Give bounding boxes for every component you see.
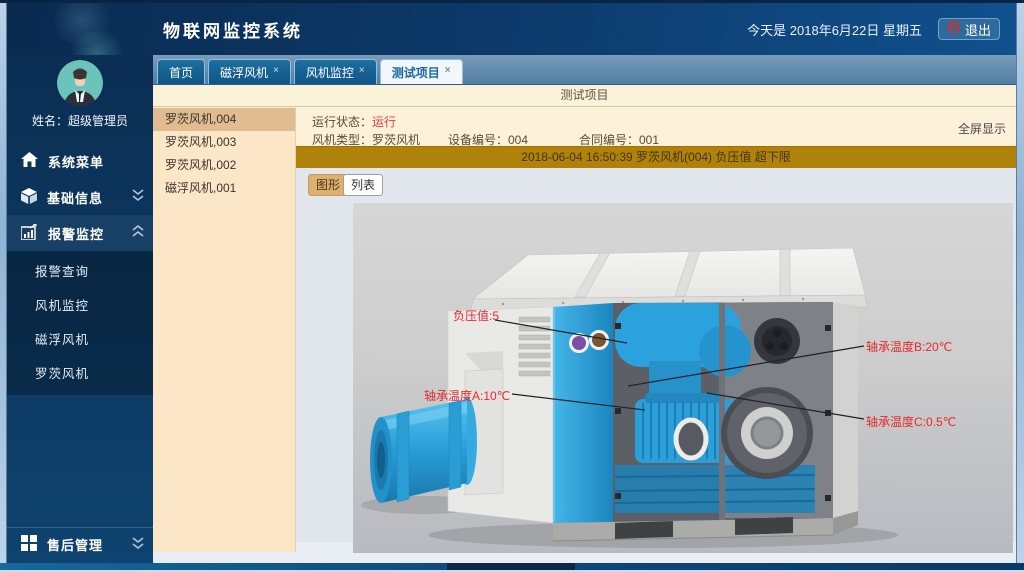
window-right-border: [1016, 3, 1024, 563]
home-icon: [21, 152, 38, 170]
tab-label: 测试项目: [392, 64, 440, 81]
list-view-button[interactable]: 列表: [343, 174, 383, 196]
tab-fan-monitor[interactable]: 风机监控 ×: [294, 59, 377, 84]
device-list: 罗茨风机,004 罗茨风机,003 罗茨风机,002 磁浮风机,001: [153, 107, 296, 552]
sidebar-item-basic-info[interactable]: 基础信息: [7, 179, 153, 215]
machine-illustration: [353, 203, 1013, 553]
sidebar: 姓名：超级管理员 系统菜单 基础信息 报警监控: [7, 55, 153, 563]
tab-label: 风机监控: [306, 64, 354, 81]
annotation-bearing-temp-a: 轴承温度A:10℃: [424, 387, 510, 404]
fullscreen-link[interactable]: 全屏显示: [958, 120, 1006, 137]
tab-test-project[interactable]: 测试项目 ×: [380, 59, 463, 84]
sidebar-item-label: 报警监控: [48, 224, 104, 243]
avatar: [57, 60, 103, 106]
logout-button[interactable]: 退出: [938, 18, 1000, 40]
sidebar-item-alarm-monitor[interactable]: 报警监控: [7, 215, 153, 251]
run-status-value: 运行: [372, 115, 396, 129]
sidebar-item-fan-monitor[interactable]: 风机监控: [7, 289, 153, 323]
app-header: 物联网监控系统 今天是 2018年6月22日 星期五 退出: [7, 3, 1016, 55]
device-info-panel: 运行状态：运行 风机类型：罗茨风机 设备编号：004 合同编号：001 全屏显示: [296, 107, 1016, 146]
main-area: 首页 磁浮风机 × 风机监控 × 测试项目 × 测试项目 罗茨风机,004 罗茨…: [153, 55, 1016, 563]
tab-home[interactable]: 首页: [157, 59, 205, 84]
close-icon[interactable]: ×: [273, 65, 279, 76]
sidebar-item-system-menu[interactable]: 系统菜单: [7, 143, 153, 179]
run-status-label: 运行状态：: [312, 115, 372, 129]
annotation-bearing-temp-c: 轴承温度C:0.5℃: [866, 413, 956, 430]
annotation-negative-pressure: 负压值:5: [453, 307, 499, 324]
scrollbar-thumb[interactable]: [447, 563, 575, 570]
device-list-item[interactable]: 罗茨风机,003: [153, 131, 295, 154]
tab-label: 磁浮风机: [220, 64, 268, 81]
sidebar-item-alarm-query[interactable]: 报警查询: [7, 255, 153, 289]
chevron-double-up-icon: [131, 225, 145, 241]
tab-label: 首页: [169, 64, 193, 81]
sidebar-item-roots-fan[interactable]: 罗茨风机: [7, 357, 153, 391]
graph-canvas-area: 图形 列表: [296, 168, 1016, 542]
app-title: 物联网监控系统: [163, 17, 303, 42]
machine-image-panel: 负压值:5 轴承温度A:10℃ 轴承温度B:20℃ 轴承温度C:0.5℃: [353, 203, 1013, 553]
graph-view-button[interactable]: 图形: [308, 174, 348, 196]
window-bottom-bar: [0, 563, 1024, 572]
logout-label: 退出: [965, 20, 991, 39]
close-icon[interactable]: ×: [359, 65, 365, 76]
current-date-text: 今天是 2018年6月22日 星期五: [747, 20, 922, 39]
alarm-message-bar: 2018-06-04 16:50:39 罗茨风机(004) 负压值 超下限: [296, 146, 1016, 168]
sidebar-item-after-sales[interactable]: 售后管理: [7, 527, 153, 561]
sidebar-item-label: 售后管理: [47, 535, 103, 554]
sidebar-menu: 系统菜单 基础信息 报警监控 报警查询 风机监控 磁浮风机 罗茨风机: [7, 143, 153, 395]
sidebar-item-label: 系统菜单: [48, 152, 104, 171]
cube-icon: [21, 188, 37, 207]
sidebar-item-label: 基础信息: [47, 188, 103, 207]
window-left-border: [0, 3, 7, 563]
sidebar-item-maglev-fan[interactable]: 磁浮风机: [7, 323, 153, 357]
tab-bar: 首页 磁浮风机 × 风机监控 × 测试项目 ×: [153, 55, 1016, 85]
grid-icon: [21, 535, 37, 554]
device-list-item[interactable]: 罗茨风机,004: [153, 108, 295, 131]
annotation-bearing-temp-b: 轴承温度B:20℃: [866, 338, 952, 355]
device-no-field: 设备编号：004: [448, 131, 579, 148]
chevron-double-down-icon: [131, 189, 145, 205]
alarm-submenu: 报警查询 风机监控 磁浮风机 罗茨风机: [7, 251, 153, 395]
fan-type-field: 风机类型：罗茨风机: [312, 131, 448, 148]
user-name-label: 姓名：超级管理员: [32, 112, 128, 129]
device-list-item[interactable]: 罗茨风机,002: [153, 154, 295, 177]
tab-maglev-fan[interactable]: 磁浮风机 ×: [208, 59, 291, 84]
chevron-double-down-icon: [131, 537, 145, 553]
device-list-item[interactable]: 磁浮风机,001: [153, 177, 295, 200]
close-icon[interactable]: ×: [445, 65, 451, 76]
page-title: 测试项目: [153, 85, 1016, 107]
chart-icon: [21, 224, 38, 243]
power-icon: [947, 20, 960, 38]
contract-no-field: 合同编号：001: [579, 131, 659, 148]
